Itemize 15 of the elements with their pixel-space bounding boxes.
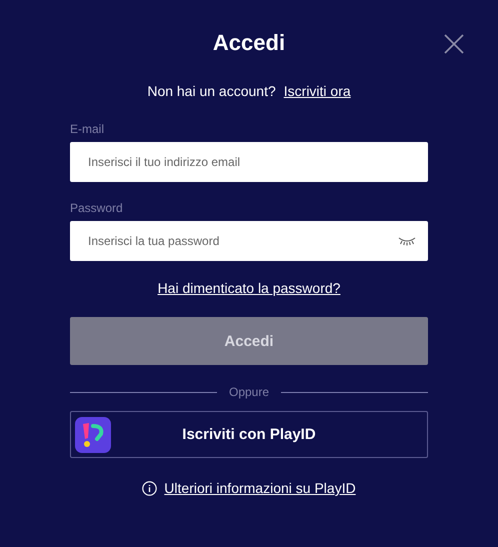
info-icon [142,480,158,496]
password-field[interactable]: Inserisci la tua password [70,221,428,261]
divider-text: Oppure [228,385,270,399]
signup-prompt: Non hai un account? [147,82,276,100]
field-label: Password [70,201,124,215]
email-field[interactable]: Inserisci il tuo indirizzo email [70,142,428,182]
forgot-password-link[interactable]: Hai dimenticato la password? [158,279,340,297]
playid-button[interactable]: Iscriviti con PlayID [70,411,428,458]
close-icon[interactable] [444,34,464,54]
closed-eye-icon[interactable] [398,237,416,246]
field-label: E-mail [70,122,106,136]
app-logo-icon [75,416,111,452]
info-link[interactable]: Ulteriori informazioni su PlayID [164,480,356,496]
dialog-title: Accedi [212,29,286,57]
signup-link[interactable]: Iscriviti ora [284,82,351,100]
